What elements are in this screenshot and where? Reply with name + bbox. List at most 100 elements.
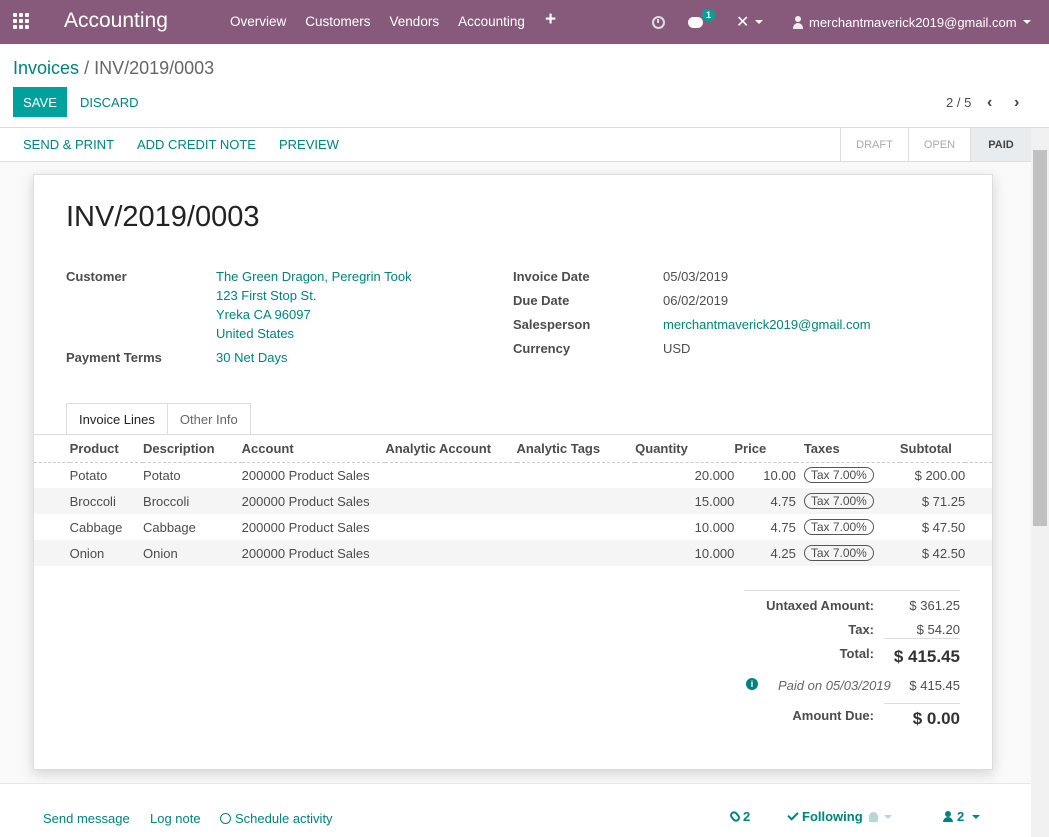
- plus-icon[interactable]: +: [545, 9, 556, 31]
- app-title: Accounting: [64, 9, 168, 32]
- tax-tag: Tax 7.00%: [803, 467, 874, 484]
- tab-invoice-lines[interactable]: Invoice Lines: [66, 403, 168, 435]
- untaxed-amount-label: Untaxed Amount:: [766, 598, 874, 613]
- pager-value: 2 / 5: [946, 95, 972, 110]
- schedule-activity-label: Schedule activity: [235, 811, 333, 826]
- notebook-tabs: Invoice Lines Other Info: [66, 403, 251, 435]
- column-header[interactable]: Analytic Tags: [516, 434, 636, 463]
- column-header[interactable]: Subtotal: [899, 434, 966, 463]
- stage-paid[interactable]: PAID: [970, 128, 1031, 161]
- preview-button[interactable]: PREVIEW: [279, 137, 339, 152]
- top-navbar: Accounting Overview Customers Vendors Ac…: [0, 0, 1049, 44]
- customer-name-link[interactable]: The Green Dragon, Peregrin Took: [216, 269, 412, 284]
- chevron-down-icon: [883, 815, 892, 819]
- tab-other-info[interactable]: Other Info: [166, 403, 251, 435]
- row-description: Cabbage: [143, 519, 196, 535]
- column-header[interactable]: Taxes: [795, 434, 900, 463]
- row-subtotal: $ 71.25: [899, 488, 966, 514]
- table-row[interactable]: Onion Onion 200000 Product Sales 10.000 …: [34, 540, 992, 566]
- menu-accounting[interactable]: Accounting: [458, 14, 525, 29]
- payment-info-icon[interactable]: i: [746, 678, 758, 690]
- table-row[interactable]: Cabbage Cabbage 200000 Product Sales 10.…: [34, 514, 992, 540]
- row-subtotal: $ 42.50: [899, 540, 966, 566]
- apps-menu-icon[interactable]: [13, 13, 31, 31]
- tax-tag: Tax 7.00%: [803, 493, 874, 509]
- table-row[interactable]: Broccoli Broccoli 200000 Product Sales 1…: [34, 488, 992, 514]
- debug-tools-icon[interactable]: ✕: [736, 0, 764, 44]
- breadcrumb-invoices-link[interactable]: Invoices: [13, 58, 79, 78]
- attachments-button[interactable]: 2: [728, 809, 750, 824]
- amount-due-label: Amount Due:: [792, 708, 874, 723]
- stage-open[interactable]: OPEN: [908, 128, 970, 161]
- customer-street: 123 First Stop St.: [216, 288, 317, 303]
- user-email: merchantmaverick2019@gmail.com: [809, 14, 1017, 30]
- table-row[interactable]: Potato Potato 200000 Product Sales 20.00…: [34, 462, 992, 488]
- tax-label: Tax:: [848, 622, 874, 637]
- row-product: Potato: [69, 467, 108, 483]
- column-header[interactable]: Description: [143, 434, 242, 463]
- row-description: Onion: [143, 540, 242, 566]
- followers-button[interactable]: 2: [943, 809, 981, 824]
- messaging-chat-icon[interactable]: 1: [688, 0, 716, 44]
- row-description: Potato: [143, 467, 181, 483]
- row-product: Onion: [69, 540, 144, 566]
- stage-draft[interactable]: DRAFT: [840, 128, 908, 161]
- row-subtotal: $ 47.50: [921, 519, 966, 535]
- totals-divider: [744, 590, 960, 591]
- table-header-row: Product Description Account Analytic Acc…: [34, 434, 992, 463]
- invoice-number-title: INV/2019/0003: [66, 201, 260, 233]
- tax-value: $ 54.20: [916, 622, 960, 637]
- salesperson-link[interactable]: merchantmaverick2019@gmail.com: [663, 317, 871, 332]
- chat-count-badge: 1: [702, 8, 716, 21]
- check-icon: [787, 809, 799, 821]
- payment-terms-link[interactable]: 30 Net Days: [216, 350, 288, 365]
- menu-customers[interactable]: Customers: [305, 14, 370, 29]
- pager-previous-icon[interactable]: ‹: [987, 94, 992, 112]
- save-button[interactable]: SAVE: [13, 87, 67, 117]
- row-price: 4.75: [734, 488, 796, 514]
- row-price: 4.25: [734, 540, 796, 566]
- menu-overview[interactable]: Overview: [230, 14, 286, 29]
- row-product: Cabbage: [69, 519, 123, 535]
- send-print-button[interactable]: SEND & PRINT: [23, 137, 114, 152]
- salesperson-label: Salesperson: [513, 317, 591, 332]
- row-quantity: 20.000: [694, 467, 735, 483]
- following-button[interactable]: Following: [787, 809, 892, 824]
- breadcrumb-separator: /: [84, 58, 90, 78]
- schedule-activity-button[interactable]: Schedule activity: [220, 811, 333, 826]
- invoice-date-value: 05/03/2019: [663, 269, 729, 284]
- breadcrumb-current: INV/2019/0003: [94, 58, 215, 78]
- send-message-button[interactable]: Send message: [43, 811, 130, 826]
- row-description: Broccoli: [143, 488, 242, 514]
- column-header[interactable]: Analytic Account: [385, 434, 517, 463]
- user-menu[interactable]: merchantmaverick2019@gmail.com: [793, 0, 1031, 44]
- column-header[interactable]: Quantity: [635, 434, 735, 463]
- main-menu: Overview Customers Vendors Accounting: [230, 14, 525, 29]
- payment-terms-label: Payment Terms: [66, 350, 162, 365]
- menu-vendors[interactable]: Vendors: [390, 14, 440, 29]
- amount-due-value: $ 0.00: [912, 709, 960, 728]
- following-label: Following: [802, 809, 863, 824]
- pager-next-icon[interactable]: ›: [1014, 94, 1019, 112]
- column-header[interactable]: Account: [241, 434, 386, 463]
- status-bar: SEND & PRINT ADD CREDIT NOTE PREVIEW DRA…: [0, 128, 1049, 162]
- discard-button[interactable]: DISCARD: [80, 95, 139, 110]
- invoice-lines-table: Product Description Account Analytic Acc…: [34, 434, 992, 566]
- column-header[interactable]: Price: [734, 434, 796, 463]
- row-account: 200000 Product Sales: [241, 488, 386, 514]
- scrollbar-thumb[interactable]: [1033, 150, 1047, 526]
- row-quantity: 15.000: [635, 488, 735, 514]
- row-account: 200000 Product Sales: [241, 519, 370, 535]
- customer-label: Customer: [66, 269, 127, 284]
- customer-country: United States: [216, 326, 295, 341]
- paperclip-icon: [728, 809, 742, 824]
- untaxed-amount-value: $ 361.25: [909, 598, 960, 613]
- log-note-button[interactable]: Log note: [150, 811, 201, 826]
- paid-amount-value: $ 415.45: [909, 678, 960, 693]
- currency-label: Currency: [513, 341, 571, 356]
- activity-clock-icon[interactable]: [652, 0, 665, 44]
- add-credit-note-button[interactable]: ADD CREDIT NOTE: [137, 137, 256, 152]
- row-price: 4.75: [770, 519, 796, 535]
- column-header[interactable]: Product: [69, 434, 144, 463]
- tax-tag: Tax 7.00%: [803, 519, 874, 535]
